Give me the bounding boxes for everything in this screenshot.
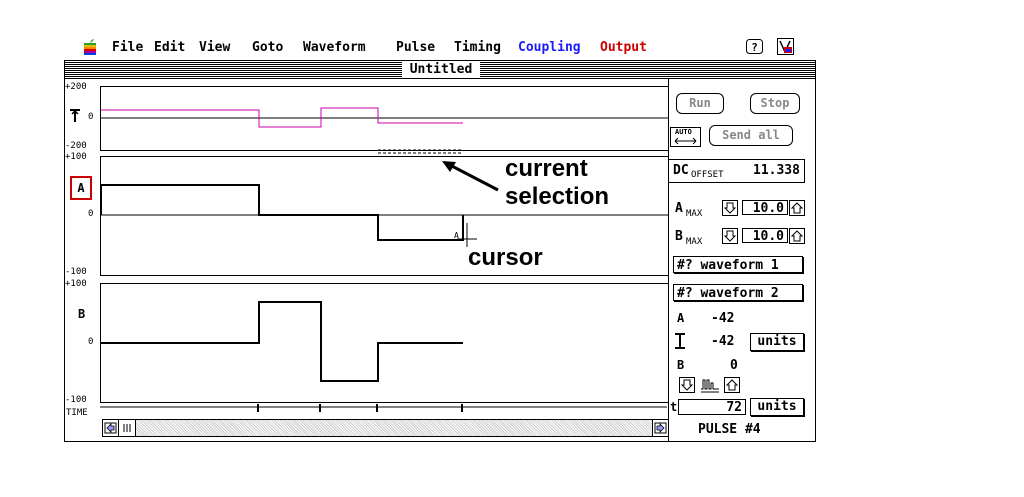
auto-toggle[interactable]: AUTO xyxy=(670,127,701,147)
b-max-subscript: MAX xyxy=(686,237,703,247)
window-title: Untitled xyxy=(402,61,480,78)
a-value: -42 xyxy=(711,311,735,326)
menu-pulse[interactable]: Pulse xyxy=(396,40,435,55)
dc-offset-subscript: OFFSET xyxy=(691,170,724,180)
annotation-arrow-icon xyxy=(442,161,499,192)
channel-b-trace xyxy=(101,301,463,382)
overview-tick-zero: 0 xyxy=(88,112,94,122)
scroll-thumb[interactable] xyxy=(119,420,136,436)
horizontal-scrollbar[interactable] xyxy=(102,419,669,437)
menu-file[interactable]: File xyxy=(112,40,143,55)
a-max-down-arrow-icon[interactable] xyxy=(722,200,738,216)
pulse-number-label: PULSE #4 xyxy=(698,422,761,437)
application-icon[interactable] xyxy=(777,38,794,55)
channel-b-tick-top: +100 xyxy=(65,279,87,289)
a-max-value[interactable]: 10.0 xyxy=(742,200,788,216)
channel-a-tick-bottom: -100 xyxy=(65,267,87,277)
send-all-button[interactable]: Send all xyxy=(709,125,793,146)
run-button[interactable]: Run xyxy=(676,93,724,114)
time-axis-label: TIME xyxy=(66,408,88,418)
overview-tick-top: +200 xyxy=(65,82,87,92)
stop-button[interactable]: Stop xyxy=(750,93,800,114)
dc-label: DC xyxy=(673,163,689,178)
menu-edit[interactable]: Edit xyxy=(154,40,185,55)
scroll-right-arrow-icon[interactable] xyxy=(652,420,668,436)
annotation-current-selection-line2: selection xyxy=(505,183,610,210)
apple-logo-icon[interactable] xyxy=(83,39,97,55)
units-button-1[interactable]: units xyxy=(750,333,804,351)
b-max-value[interactable]: 10.0 xyxy=(742,228,788,244)
b-max-label: B xyxy=(675,229,683,244)
a-max-up-arrow-icon[interactable] xyxy=(789,200,805,216)
overview-panel[interactable] xyxy=(100,86,669,151)
a-max-subscript: MAX xyxy=(686,209,703,219)
pulse-train-icon[interactable] xyxy=(700,377,720,393)
a-max-label: A xyxy=(675,201,683,216)
channel-b-tick-bottom: -100 xyxy=(65,395,87,405)
help-question-icon[interactable]: ? xyxy=(746,39,763,54)
step-up-arrow-icon[interactable] xyxy=(724,377,740,393)
t-label: t xyxy=(670,400,678,414)
a-value-label: A xyxy=(677,311,685,325)
channel-b-tick-zero: 0 xyxy=(88,337,94,347)
b-max-down-arrow-icon[interactable] xyxy=(722,228,738,244)
step-down-arrow-icon[interactable] xyxy=(679,377,695,393)
title-bar[interactable]: Untitled xyxy=(65,61,815,79)
dc-offset-field[interactable]: DC OFFSET 11.338 xyxy=(668,159,805,183)
svg-text:?: ? xyxy=(751,41,758,54)
channel-a-tick-top: +100 xyxy=(65,152,87,162)
waveform-1-popup[interactable]: #? waveform 1 xyxy=(673,256,803,273)
annotation-cursor: cursor xyxy=(468,244,543,271)
double-arrow-icon xyxy=(674,137,697,145)
t-value-field[interactable]: 72 xyxy=(678,399,746,415)
menu-view[interactable]: View xyxy=(199,40,230,55)
time-axis xyxy=(100,404,667,412)
overview-tick-bottom: -200 xyxy=(65,141,87,151)
channel-b-label[interactable]: B xyxy=(78,307,85,321)
menu-waveform[interactable]: Waveform xyxy=(303,40,366,55)
auto-label: AUTO xyxy=(675,128,692,136)
dc-offset-value: 11.338 xyxy=(753,163,800,178)
overview-trace xyxy=(101,107,668,128)
annotation-current-selection-line1: current xyxy=(505,155,588,182)
channel-b-panel[interactable] xyxy=(100,283,669,403)
menu-coupling[interactable]: Coupling xyxy=(518,40,581,55)
offset-marker-icon xyxy=(675,333,685,349)
menu-goto[interactable]: Goto xyxy=(252,40,283,55)
offset-marker-icon xyxy=(70,109,80,122)
b-max-up-arrow-icon[interactable] xyxy=(789,228,805,244)
ref-value: -42 xyxy=(711,334,735,349)
menu-output[interactable]: Output xyxy=(600,40,647,55)
b-value: 0 xyxy=(730,358,738,373)
menu-timing[interactable]: Timing xyxy=(454,40,501,55)
b-value-label: B xyxy=(677,358,685,372)
main-window: Untitled +200 0 -200 +100 0 -100 A A +10… xyxy=(64,60,816,442)
current-selection-marker[interactable] xyxy=(377,148,467,156)
cursor-tag: A xyxy=(454,231,459,240)
channel-a-tick-zero: 0 xyxy=(88,209,94,219)
waveform-2-popup[interactable]: #? waveform 2 xyxy=(673,284,803,301)
units-button-2[interactable]: units xyxy=(750,398,804,416)
panel-divider xyxy=(668,79,669,441)
channel-a-label[interactable]: A xyxy=(70,176,92,200)
scroll-left-arrow-icon[interactable] xyxy=(103,420,119,436)
menu-bar: File Edit View Goto Waveform Pulse Timin… xyxy=(80,38,810,58)
